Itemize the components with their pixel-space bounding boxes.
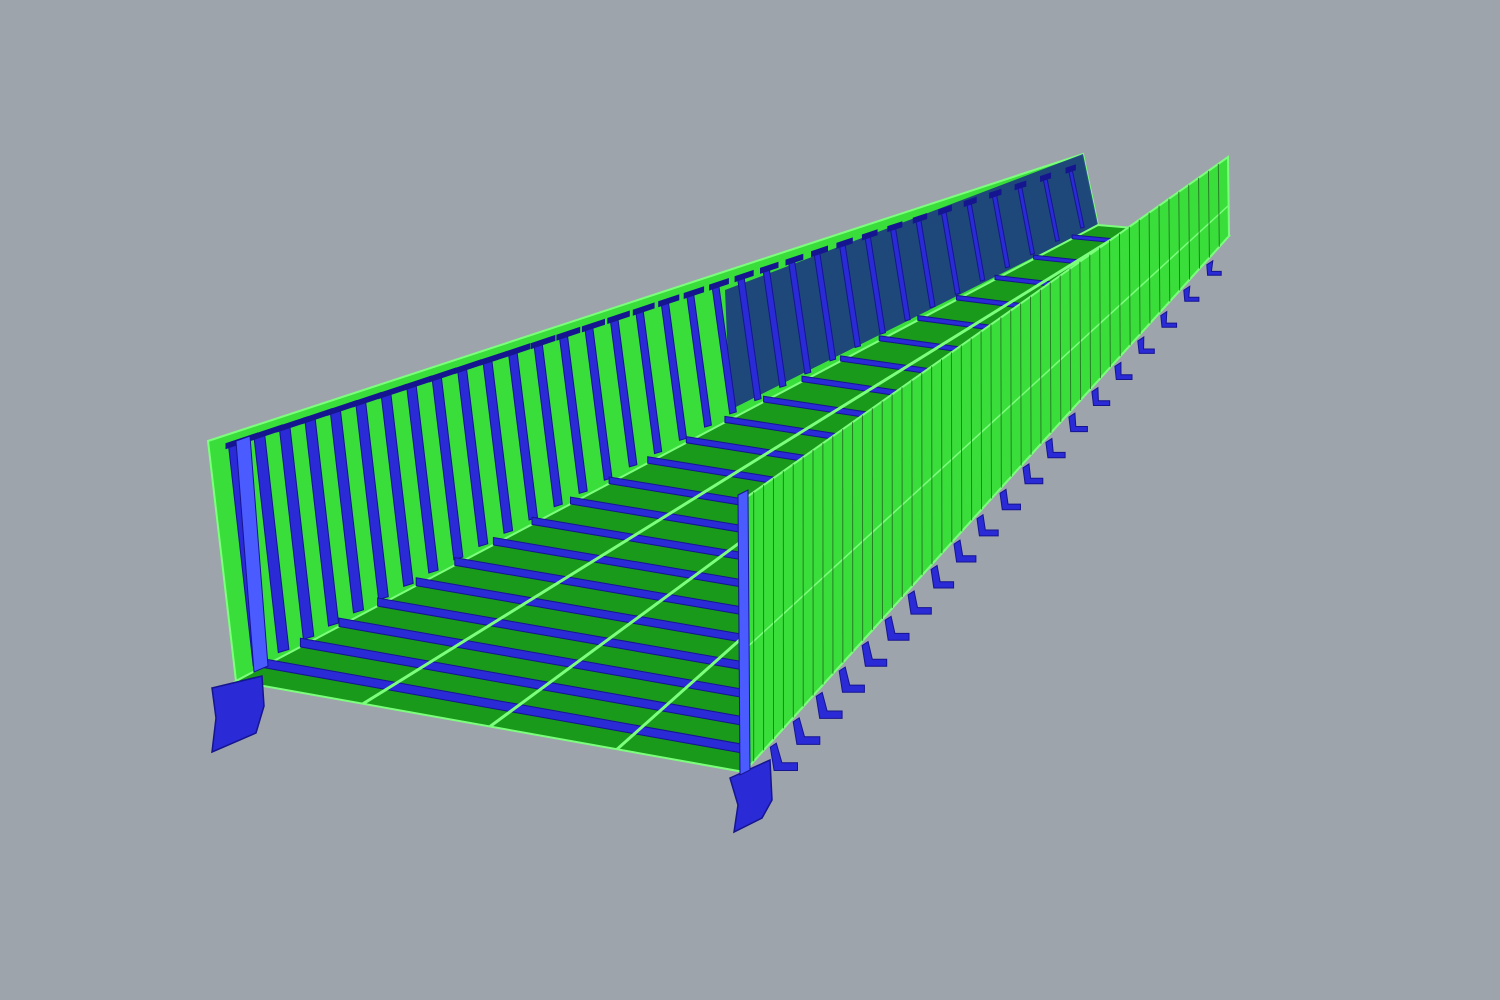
bottom-bracket xyxy=(1068,412,1088,433)
bottom-bracket xyxy=(907,590,932,615)
end-flange-left xyxy=(211,675,265,754)
end-web-stiffener-right xyxy=(737,489,751,776)
bottom-bracket xyxy=(1137,336,1155,354)
near-web-panel-line xyxy=(1000,317,1002,488)
near-web-panel-line xyxy=(1010,310,1012,477)
near-web-panel-line xyxy=(1039,289,1042,444)
bottom-bracket xyxy=(1114,361,1133,380)
near-web-panel-line xyxy=(990,324,992,499)
near-web-panel-line xyxy=(1079,261,1082,400)
bottom-bracket xyxy=(930,564,955,589)
bottom-bracket xyxy=(1183,285,1200,302)
bottom-bracket xyxy=(1022,463,1044,485)
bottom-bracket xyxy=(884,615,910,641)
near-web-panel-line xyxy=(1049,282,1052,433)
near-web-panel-line xyxy=(1069,268,1072,411)
3d-viewport[interactable] xyxy=(0,0,1500,1000)
bottom-bracket xyxy=(1091,386,1111,406)
bottom-bracket xyxy=(976,513,999,537)
bottom-bracket xyxy=(792,717,821,745)
bottom-bracket xyxy=(815,691,843,719)
near-web-panel-line xyxy=(1059,275,1062,422)
bottom-bracket xyxy=(769,742,798,771)
bottom-bracket xyxy=(1160,310,1178,328)
near-web-panel-line xyxy=(1020,303,1022,466)
bottom-bracket xyxy=(861,640,888,667)
bottom-bracket xyxy=(838,666,865,693)
bottom-bracket xyxy=(953,539,977,563)
near-web-panel-line xyxy=(1029,296,1032,455)
bottom-bracket xyxy=(1045,437,1066,459)
girder-model[interactable] xyxy=(0,0,1500,1000)
bottom-bracket xyxy=(999,488,1021,511)
bottom-bracket xyxy=(1206,259,1222,276)
